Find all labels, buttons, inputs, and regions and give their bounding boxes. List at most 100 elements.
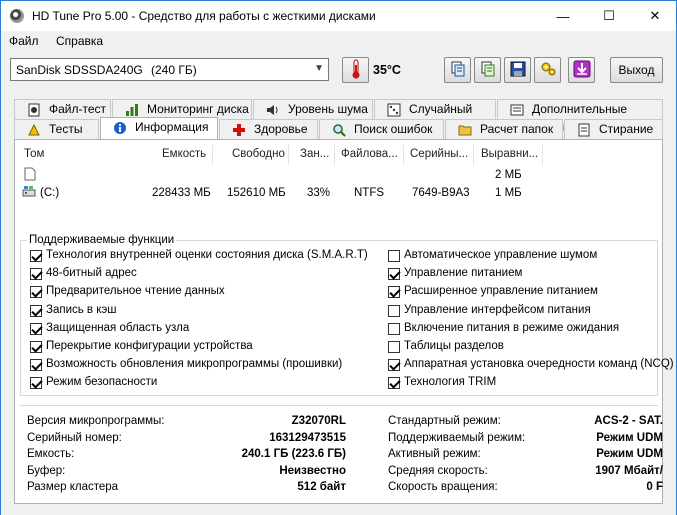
- tab-folder-usage[interactable]: Расчет папок: [445, 119, 563, 139]
- speaker-icon: [266, 103, 280, 117]
- feature-left-checkbox[interactable]: [30, 341, 42, 353]
- info-right-value: 1907 Мбайт/: [595, 464, 663, 477]
- tab-error-scan[interactable]: Поиск ошибок: [319, 119, 444, 139]
- info-left-value: 163129473515: [269, 431, 346, 444]
- volume-name[interactable]: (C:): [40, 187, 59, 199]
- feature-right-label: Расширенное управление питанием: [404, 285, 598, 298]
- feature-right-checkbox[interactable]: [388, 322, 400, 335]
- info-right-value: Режим UDM: [596, 431, 663, 444]
- tab-label: Тесты: [49, 122, 83, 136]
- volume-alignment: 2 МБ: [495, 169, 522, 181]
- feature-right-label: Аппаратная установка очередности команд …: [404, 358, 674, 371]
- tab-label: Здоровье: [254, 122, 308, 136]
- feature-right-checkbox[interactable]: [388, 359, 400, 372]
- maximize-button[interactable]: ☐: [586, 1, 632, 31]
- feature-left-checkbox[interactable]: [30, 286, 42, 299]
- drive-select[interactable]: SanDisk SDSSDA240G (240 ГБ) ▼: [10, 58, 329, 81]
- temperature-button[interactable]: [342, 57, 369, 83]
- info-right-label: Поддерживаемый режим:: [388, 431, 526, 444]
- erase-icon: [577, 123, 591, 137]
- feature-left-checkbox[interactable]: [30, 250, 42, 262]
- col-header-volume[interactable]: Том: [24, 148, 44, 160]
- download-button[interactable]: [568, 57, 595, 83]
- info-right-value: 0 F: [646, 481, 663, 493]
- volume-free: 152610 МБ: [227, 187, 286, 199]
- drive-name: SanDisk SDSSDA240G: [16, 63, 143, 77]
- info-left-value: Неизвестно: [279, 464, 346, 477]
- dice-icon: [387, 103, 401, 117]
- feature-right-checkbox[interactable]: [388, 377, 400, 390]
- tab-tests[interactable]: Тесты: [14, 119, 99, 139]
- title-bar: HD Tune Pro 5.00 - Средство для работы с…: [0, 0, 677, 31]
- col-header-used[interactable]: Зан...: [300, 148, 329, 160]
- feature-left-checkbox[interactable]: [30, 268, 42, 281]
- copy-all-button[interactable]: [474, 57, 501, 83]
- volume-serial: 7649-B9A3: [412, 187, 470, 199]
- feature-left-label: Защищенная область узла: [46, 321, 190, 334]
- feature-right-label: Технология TRIM: [404, 376, 497, 389]
- info-right-label: Скорость вращения:: [388, 481, 498, 493]
- tab-information[interactable]: Информация: [100, 117, 218, 139]
- feature-right-label: Управление питанием: [404, 267, 523, 280]
- drive-icon: [22, 185, 38, 202]
- feature-right-checkbox[interactable]: [388, 250, 400, 262]
- column-divider: [288, 145, 289, 165]
- column-divider: [334, 145, 335, 165]
- window-title: HD Tune Pro 5.00 - Средство для работы с…: [32, 9, 376, 23]
- feature-left-checkbox[interactable]: [30, 377, 42, 390]
- tab-label: Расчет папок: [480, 122, 554, 136]
- info-left-value: 512 байт: [297, 481, 346, 493]
- tab-disk-monitor[interactable]: Мониторинг диска: [112, 99, 252, 119]
- info-left-value: 240.1 ГБ (223.6 ГБ): [241, 448, 346, 460]
- tab-label: Поиск ошибок: [354, 122, 433, 136]
- folder-icon: [458, 123, 472, 137]
- feature-right-label: Таблицы разделов: [404, 340, 504, 352]
- exit-button[interactable]: Выход: [610, 57, 663, 83]
- feature-right-checkbox[interactable]: [388, 286, 400, 299]
- copy-info-button[interactable]: [444, 57, 471, 83]
- close-button[interactable]: ✕: [632, 1, 677, 31]
- col-header-alignment[interactable]: Выравни...: [481, 148, 538, 160]
- feature-left-label: Перекрытие конфигурации устройства: [46, 340, 253, 352]
- blank-file-icon: [24, 167, 36, 184]
- feature-left-checkbox[interactable]: [30, 304, 42, 317]
- feature-left-checkbox[interactable]: [30, 359, 42, 372]
- tab-label: Информация: [135, 120, 209, 134]
- gear-icon: [539, 60, 557, 81]
- col-header-free[interactable]: Свободно: [232, 148, 285, 160]
- feature-left-checkbox[interactable]: [30, 322, 42, 335]
- col-header-capacity[interactable]: Емкость: [162, 148, 206, 160]
- save-icon: [510, 61, 526, 80]
- save-button[interactable]: [504, 57, 531, 83]
- col-header-serial[interactable]: Серийны...: [410, 148, 468, 160]
- column-divider: [473, 145, 474, 165]
- feature-right-checkbox[interactable]: [388, 268, 400, 281]
- feature-left-label: Режим безопасности: [46, 376, 158, 389]
- tab-random-test[interactable]: Случайный тест: [374, 99, 496, 134]
- tab-extra-tests[interactable]: Дополнительные тесты: [497, 99, 663, 134]
- tab-label: Стирание: [599, 122, 654, 136]
- tab-noise-level[interactable]: Уровень шума: [253, 99, 373, 119]
- download-arrow-icon: [573, 60, 591, 81]
- menu-help[interactable]: Справка: [56, 34, 103, 48]
- info-right-label: Средняя скорость:: [388, 464, 488, 477]
- tab-health[interactable]: Здоровье: [219, 119, 318, 139]
- volume-filesystem: NTFS: [354, 187, 385, 199]
- menu-bar: Файл Справка: [0, 31, 677, 51]
- info-left-label: Версия микропрограммы:: [27, 415, 165, 427]
- col-header-filesystem[interactable]: Файлова...: [341, 148, 398, 160]
- feature-left-label: Технология внутренней оценки состояния д…: [46, 249, 368, 261]
- tab-file-test[interactable]: Файл-тест: [14, 99, 111, 119]
- feature-right-checkbox[interactable]: [388, 341, 400, 353]
- thermometer-icon: [350, 59, 362, 82]
- menu-file[interactable]: Файл: [9, 34, 39, 48]
- info-icon: [113, 121, 127, 135]
- info-left-value: Z32070RL: [291, 415, 346, 427]
- tab-erase[interactable]: Стирание: [564, 119, 663, 139]
- copy-all-icon: [480, 61, 496, 80]
- minimize-button[interactable]: —: [540, 1, 586, 31]
- options-button[interactable]: [534, 57, 561, 83]
- feature-right-checkbox[interactable]: [388, 304, 400, 317]
- info-right-value: Режим UDM: [596, 448, 663, 460]
- chevron-down-icon: ▼: [314, 63, 324, 74]
